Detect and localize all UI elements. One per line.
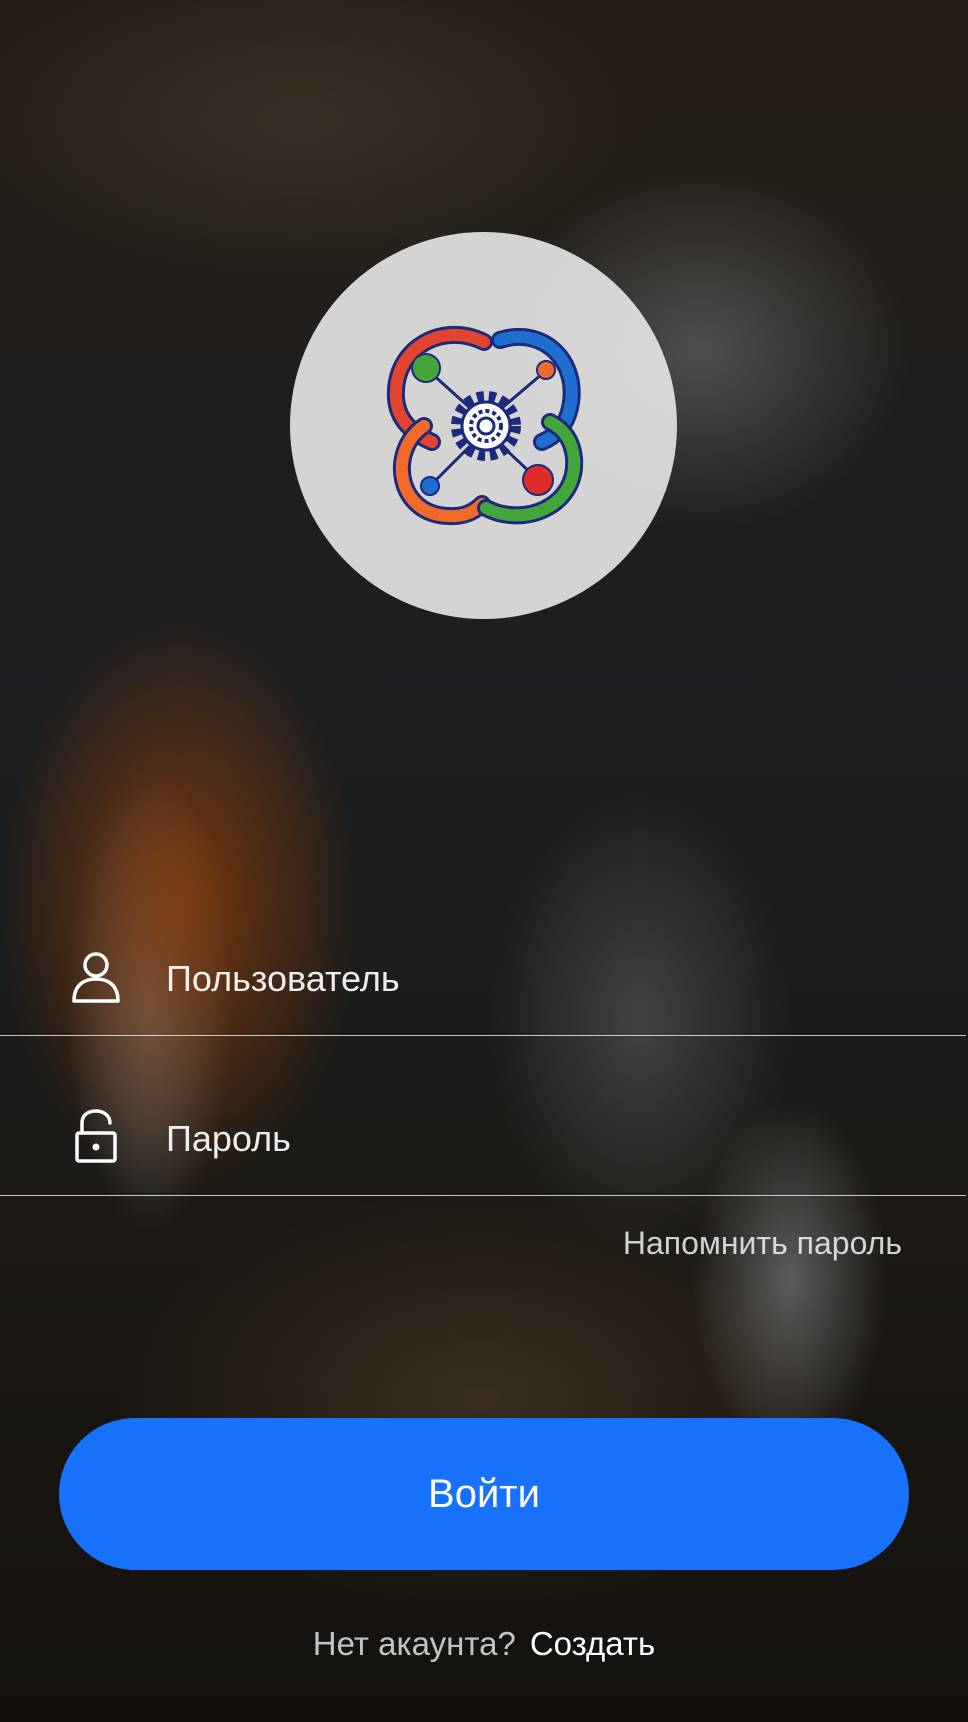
username-field[interactable]	[0, 915, 966, 1036]
forgot-password-link[interactable]: Напомнить пароль	[623, 1225, 902, 1262]
username-input[interactable]	[166, 951, 926, 1007]
password-field[interactable]	[0, 1075, 966, 1196]
unlock-icon	[75, 1109, 117, 1163]
app-logo	[290, 232, 677, 619]
login-button[interactable]: Войти	[59, 1418, 909, 1570]
signup-prompt: Нет акаунта? Создать	[0, 1625, 968, 1663]
atom-gear-logo-icon	[386, 325, 583, 525]
signup-question: Нет акаунта?	[312, 1625, 516, 1662]
user-icon	[72, 952, 120, 1003]
create-account-link[interactable]: Создать	[530, 1625, 655, 1662]
password-input[interactable]	[166, 1111, 926, 1167]
